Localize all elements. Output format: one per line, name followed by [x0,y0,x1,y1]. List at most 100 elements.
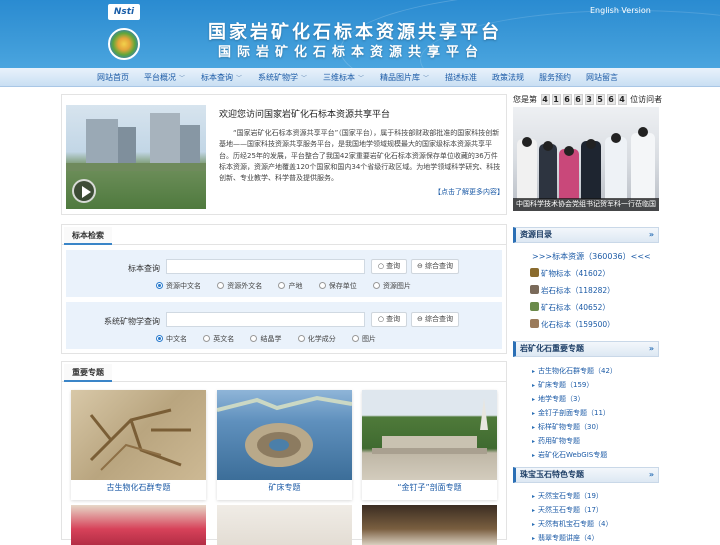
news-caption[interactable]: 中国科学技术协会党组书记贺军科一行莅临国 [513,198,659,211]
sidebar-topic-link[interactable]: 标样矿物专题（30） [532,422,603,432]
chevron-down-icon: ﹀ [301,75,308,82]
search-icon: ○ [377,262,384,270]
resource-link-mineral[interactable]: 矿物标本（41602） [530,268,610,279]
learn-more-link[interactable]: 【点击了解更多内容】 [434,187,504,197]
resource-link-rock[interactable]: 岩石标本（118282） [530,285,615,296]
golden-spike-image-drawing [372,398,488,454]
specimen-query-button[interactable]: ○ 查询 [371,259,407,274]
database-icon: ⊖ [416,315,423,323]
radio-option[interactable]: 化学成分 [297,334,336,344]
radio-option[interactable]: 资源图片 [372,281,411,291]
topic-card-gem-preview[interactable] [71,505,206,545]
sidebar-jewel-link[interactable]: 天然宝石专题（19） [532,491,603,501]
english-version-link[interactable]: English Version [590,6,651,15]
site-subtitle: 国际岩矿化石标本资源共享平台 [218,45,485,60]
sidebar-topic-link[interactable]: 矿床专题（159） [532,380,593,390]
radio-selected-icon [156,282,163,289]
radio-icon [297,335,305,342]
nav-item-standards[interactable]: 描述标准 [445,68,477,87]
specimen-search-input[interactable] [166,259,365,274]
nav-item-overview[interactable]: 平台概况 ﹀ [144,68,185,87]
visitor-digit: 6 [573,94,583,105]
radio-option[interactable]: 结晶学 [250,334,281,344]
radio-icon [203,335,211,342]
specimen-query-label: 标本查询 [128,264,160,273]
mineralogy-search-row: 系统矿物学查询 ○ 查询 ⊖ 综合查询 中文名 英文名 结晶学 化学成分 图片 [66,302,502,349]
news-slideshow[interactable]: 中国科学技术协会党组书记贺军科一行莅临国 [513,107,659,211]
visitor-counter: 您是第 41663564 位访问者 [513,94,663,105]
topic-card-label: 矿床专题 [268,483,301,492]
nav-item-specimen-query[interactable]: 标本查询 ﹀ [201,68,242,87]
radio-option[interactable]: 保存单位 [318,281,357,291]
radio-option[interactable]: 中文名 [156,334,187,344]
visitor-digit: 4 [617,94,627,105]
sidebar-topic-link[interactable]: 岩矿化石WebGIS专题 [532,450,607,460]
sidebar-jewel-link[interactable]: 翡翠专题讲座（4） [532,533,598,543]
visitor-digit: 3 [584,94,594,105]
jewel-topics-header: 珠宝玉石特色专题» [513,467,659,483]
radio-icon [278,282,286,289]
chevron-down-icon: ﹀ [358,75,365,82]
nav-item-message[interactable]: 网站留言 [586,68,618,87]
divider [62,381,506,382]
visitor-digit: 6 [606,94,616,105]
radio-option[interactable]: 产地 [278,281,302,291]
nav-item-gallery[interactable]: 精品图片库 ﹀ [380,68,429,87]
resource-total-link[interactable]: >>>标本资源（360036）<<< [532,251,651,262]
nav-item-3d-specimen[interactable]: 三维标本 ﹀ [323,68,364,87]
nav-item-home[interactable]: 网站首页 [97,68,129,87]
nav-item-policy[interactable]: 政策法规 [492,68,524,87]
double-chevron-right-icon[interactable]: » [649,342,654,356]
play-icon[interactable] [72,179,96,203]
chevron-down-icon: ﹀ [179,75,186,82]
mineralogy-combo-query-button[interactable]: ⊖ 综合查询 [411,312,459,327]
topic-card-jade-preview[interactable] [217,505,352,545]
radio-icon [318,282,326,289]
radio-option[interactable]: 图片 [351,334,376,344]
radio-option[interactable]: 资源外文名 [217,281,262,291]
specimen-combo-query-button[interactable]: ⊖ 综合查询 [411,259,459,274]
sidebar-jewel-link[interactable]: 天然玉石专题（17） [532,505,603,515]
database-icon: ⊖ [416,262,423,270]
site-header: Nsti 国家岩矿化石标本资源共享平台 国际岩矿化石标本资源共享平台 Engli… [0,0,720,68]
intro-title: 欢迎您访问国家岩矿化石标本资源共享平台 [219,110,391,120]
sidebar-topic-link[interactable]: 金钉子剖面专题（11） [532,408,610,418]
mineralogy-query-label: 系统矿物学查询 [104,317,160,326]
tab-important-topics[interactable]: 重要专题 [64,364,112,382]
visitor-digit: 5 [595,94,605,105]
sidebar-topic-link[interactable]: 古生物化石群专题（42） [532,366,617,376]
sidebar-topic-link[interactable]: 地学专题（3） [532,394,584,404]
radio-option[interactable]: 资源中文名 [156,281,201,291]
ore-icon [530,302,539,311]
topic-card-pearl-preview[interactable] [362,505,497,545]
topic-card-label: 古生物化石群专题 [106,483,171,492]
radio-icon [372,282,380,289]
rock-icon [530,285,539,294]
specimen-search-options: 资源中文名 资源外文名 产地 保存单位 资源图片 [156,281,425,291]
intro-video-thumbnail[interactable] [66,105,206,209]
topic-card-fossil[interactable]: 古生物化石群专题 [71,390,206,500]
topic-card-label: “金钉子”剖面专题 [397,483,462,492]
nav-item-mineralogy[interactable]: 系统矿物学 ﹀ [258,68,307,87]
platform-emblem-icon [108,28,140,60]
sidebar-jewel-link[interactable]: 天然有机宝石专题（4） [532,519,612,529]
mineralogy-search-input[interactable] [166,312,365,327]
intro-text: “国家岩矿化石标本资源共享平台”（国家平台），属于科技部财政部批准的国家科技创新… [219,129,501,183]
search-panel: 标本检索 标本查询 ○ 查询 ⊖ 综合查询 资源中文名 资源外文名 产地 保存单… [61,224,507,354]
deposit-image-drawing [217,395,352,467]
resource-link-fossil[interactable]: 化石标本（159500） [530,319,615,330]
resource-link-ore[interactable]: 矿石标本（40652） [530,302,610,313]
topic-card-deposit[interactable]: 矿床专题 [217,390,352,500]
nav-item-booking[interactable]: 服务预约 [539,68,571,87]
radio-option[interactable]: 英文名 [203,334,234,344]
radio-icon [250,335,258,342]
double-chevron-right-icon[interactable]: » [649,468,654,482]
double-chevron-right-icon[interactable]: » [649,228,654,242]
nsti-logo[interactable]: Nsti [108,4,140,20]
tab-specimen-search[interactable]: 标本检索 [64,227,112,245]
topic-card-golden-spike[interactable]: “金钉子”剖面专题 [362,390,497,500]
radio-icon [217,282,225,289]
fossil-image [71,390,206,480]
mineralogy-query-button[interactable]: ○ 查询 [371,312,407,327]
sidebar-topic-link[interactable]: 药用矿物专题 [532,436,580,446]
